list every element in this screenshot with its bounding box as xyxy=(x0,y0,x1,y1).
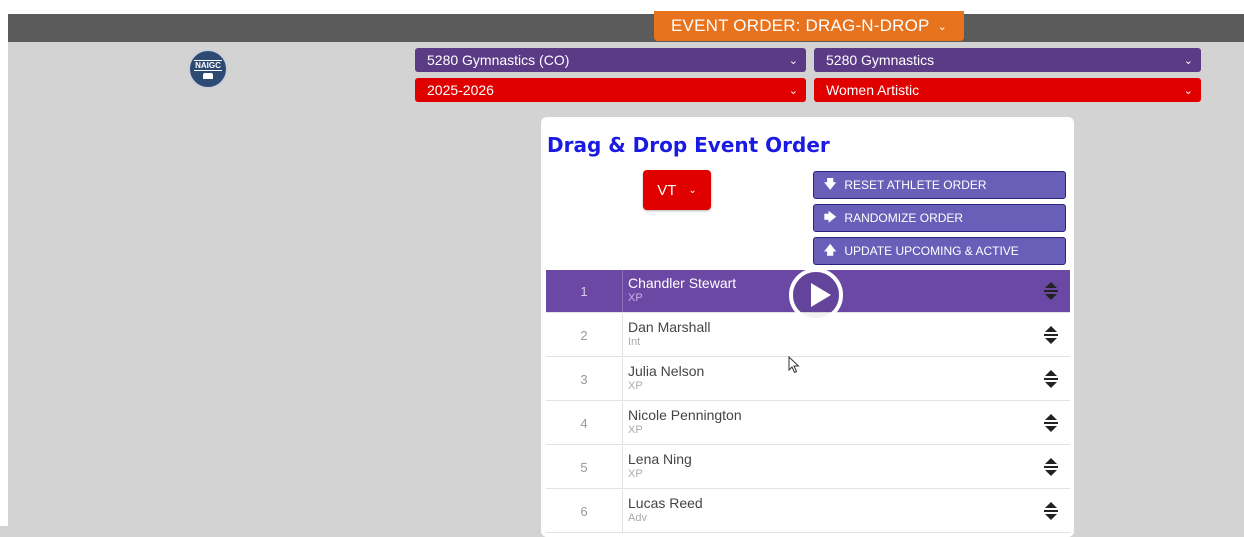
gymnast-icon xyxy=(203,72,213,79)
season-select[interactable]: 2025-2026 ⌄ xyxy=(415,78,806,102)
athlete-name: Chandler Stewart xyxy=(628,275,737,291)
athlete-name: Lena Ning xyxy=(628,451,692,467)
athlete-order-number: 4 xyxy=(546,402,623,444)
reset-button-label: RESET ATHLETE ORDER xyxy=(844,178,987,192)
event-select-value: VT xyxy=(657,181,677,199)
gym-select[interactable]: 5280 Gymnastics ⌄ xyxy=(814,48,1201,72)
athlete-order-number: 1 xyxy=(546,270,623,312)
event-order-menu-label: EVENT ORDER: DRAG-N-DROP xyxy=(671,16,930,35)
randomize-order-button[interactable]: 🡆 RANDOMIZE ORDER xyxy=(813,204,1066,232)
athlete-level: Int xyxy=(628,336,641,348)
gym-value: 5280 Gymnastics xyxy=(826,52,935,68)
drag-handle-icon[interactable] xyxy=(1042,413,1060,433)
athlete-level: XP xyxy=(628,292,643,304)
chevron-down-icon: ⌄ xyxy=(688,184,697,196)
athlete-order-number: 5 xyxy=(546,446,623,488)
chevron-down-icon: ⌄ xyxy=(937,20,947,33)
arrow-up-icon: 🡅 xyxy=(824,242,837,257)
discipline-select[interactable]: Women Artistic ⌄ xyxy=(814,78,1201,102)
drag-handle-icon[interactable] xyxy=(1042,457,1060,477)
athlete-name: Lucas Reed xyxy=(628,495,703,511)
drag-handle-icon[interactable] xyxy=(1042,325,1060,345)
naigc-logo: NAIGC xyxy=(188,49,228,89)
top-strip xyxy=(0,0,1244,14)
panel-title: Drag & Drop Event Order xyxy=(547,133,830,157)
athlete-row[interactable]: 4 Nicole Pennington XP xyxy=(546,402,1070,445)
mouse-cursor-icon xyxy=(788,356,800,374)
athlete-level: XP xyxy=(628,424,643,436)
athlete-name: Dan Marshall xyxy=(628,319,711,335)
athlete-name: Julia Nelson xyxy=(628,363,705,379)
gym-group-value: 5280 Gymnastics (CO) xyxy=(427,52,570,68)
gym-group-select[interactable]: 5280 Gymnastics (CO) ⌄ xyxy=(415,48,806,72)
event-order-menu[interactable]: EVENT ORDER: DRAG-N-DROP ⌄ xyxy=(654,11,964,41)
arrow-down-icon: 🡇 xyxy=(824,176,837,191)
logo-text: NAIGC xyxy=(194,59,222,71)
drag-handle-icon[interactable] xyxy=(1042,369,1060,389)
drag-handle-icon[interactable] xyxy=(1042,501,1060,521)
chevron-down-icon: ⌄ xyxy=(1183,54,1193,67)
video-play-icon[interactable] xyxy=(789,268,843,322)
left-strip xyxy=(0,0,8,526)
top-bar xyxy=(8,14,1244,42)
arrow-right-icon: 🡆 xyxy=(824,209,837,224)
update-upcoming-active-button[interactable]: 🡅 UPDATE UPCOMING & ACTIVE xyxy=(813,237,1066,265)
chevron-down-icon: ⌄ xyxy=(1183,84,1193,97)
discipline-value: Women Artistic xyxy=(826,82,920,98)
athlete-level: XP xyxy=(628,468,643,480)
randomize-button-label: RANDOMIZE ORDER xyxy=(844,211,964,225)
chevron-down-icon: ⌄ xyxy=(788,84,798,97)
athlete-level: XP xyxy=(628,380,643,392)
athlete-row[interactable]: 5 Lena Ning XP xyxy=(546,446,1070,489)
drag-handle-icon[interactable] xyxy=(1042,281,1060,301)
season-value: 2025-2026 xyxy=(427,82,494,98)
reset-athlete-order-button[interactable]: 🡇 RESET ATHLETE ORDER xyxy=(813,171,1066,199)
athlete-row[interactable]: 6 Lucas Reed Adv xyxy=(546,490,1070,533)
chevron-down-icon: ⌄ xyxy=(788,54,798,67)
athlete-order-number: 3 xyxy=(546,358,623,400)
athlete-order-number: 2 xyxy=(546,314,623,356)
athlete-row[interactable]: 3 Julia Nelson XP xyxy=(546,358,1070,401)
athlete-level: Adv xyxy=(628,512,647,524)
update-button-label: UPDATE UPCOMING & ACTIVE xyxy=(844,244,1019,258)
event-select[interactable]: VT ⌄ xyxy=(643,170,711,210)
athlete-name: Nicole Pennington xyxy=(628,407,742,423)
